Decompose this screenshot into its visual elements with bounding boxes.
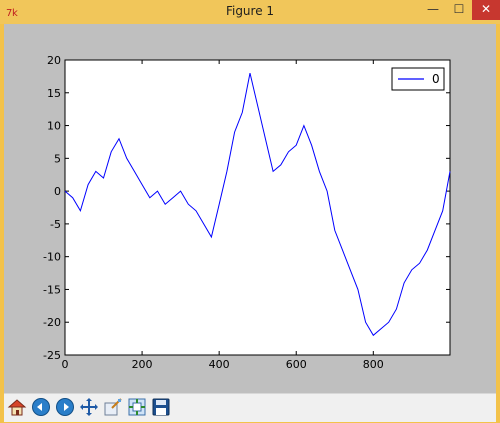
x-tick-label: 800 xyxy=(363,358,384,371)
y-tick-label: -5 xyxy=(50,218,61,231)
home-button[interactable] xyxy=(6,396,28,418)
line-chart: 20 15 10 5 0 -5 -10 -15 -20 -25 0 200 400 600 800 0 xyxy=(43,54,451,371)
figure-window: 7 k Figure 1 — ☐ ✕ 20 15 10 5 0 -5 -10 -15 -20 -2… xyxy=(0,0,500,423)
y-tick-label: -20 xyxy=(43,316,61,329)
close-button[interactable]: ✕ xyxy=(472,0,500,20)
back-button[interactable] xyxy=(30,396,52,418)
legend: 0 xyxy=(391,67,445,91)
x-tick-label: 0 xyxy=(62,358,69,371)
forward-button[interactable] xyxy=(54,396,76,418)
forward-icon xyxy=(56,398,74,416)
save-button[interactable] xyxy=(150,396,172,418)
x-tick-label: 200 xyxy=(132,358,153,371)
pan-button[interactable] xyxy=(78,396,100,418)
legend-label: 0 xyxy=(432,72,440,86)
y-tick-label: -10 xyxy=(43,251,61,264)
back-icon xyxy=(32,398,50,416)
zoom-button[interactable] xyxy=(102,396,124,418)
navigation-toolbar xyxy=(4,393,496,422)
y-tick-label: -25 xyxy=(43,349,61,362)
configure-subplots-button[interactable] xyxy=(126,396,148,418)
x-tick-label: 400 xyxy=(209,358,230,371)
y-tick-label: -15 xyxy=(43,283,61,296)
y-tick-label: 15 xyxy=(47,87,61,100)
zoom-icon xyxy=(104,398,122,416)
pan-icon xyxy=(80,398,98,416)
x-tick-label: 600 xyxy=(286,358,307,371)
y-tick-label: 10 xyxy=(47,120,61,133)
minimize-button[interactable]: — xyxy=(420,0,446,20)
y-tick-label: 5 xyxy=(54,152,61,165)
configure-subplots-icon xyxy=(128,398,146,416)
home-icon xyxy=(7,399,27,416)
y-tick-label: 20 xyxy=(47,54,61,67)
y-tick-label: 0 xyxy=(54,185,61,198)
title-bar[interactable]: 7 k Figure 1 — ☐ ✕ xyxy=(0,0,500,24)
save-icon xyxy=(152,398,170,416)
maximize-button[interactable]: ☐ xyxy=(446,0,472,20)
